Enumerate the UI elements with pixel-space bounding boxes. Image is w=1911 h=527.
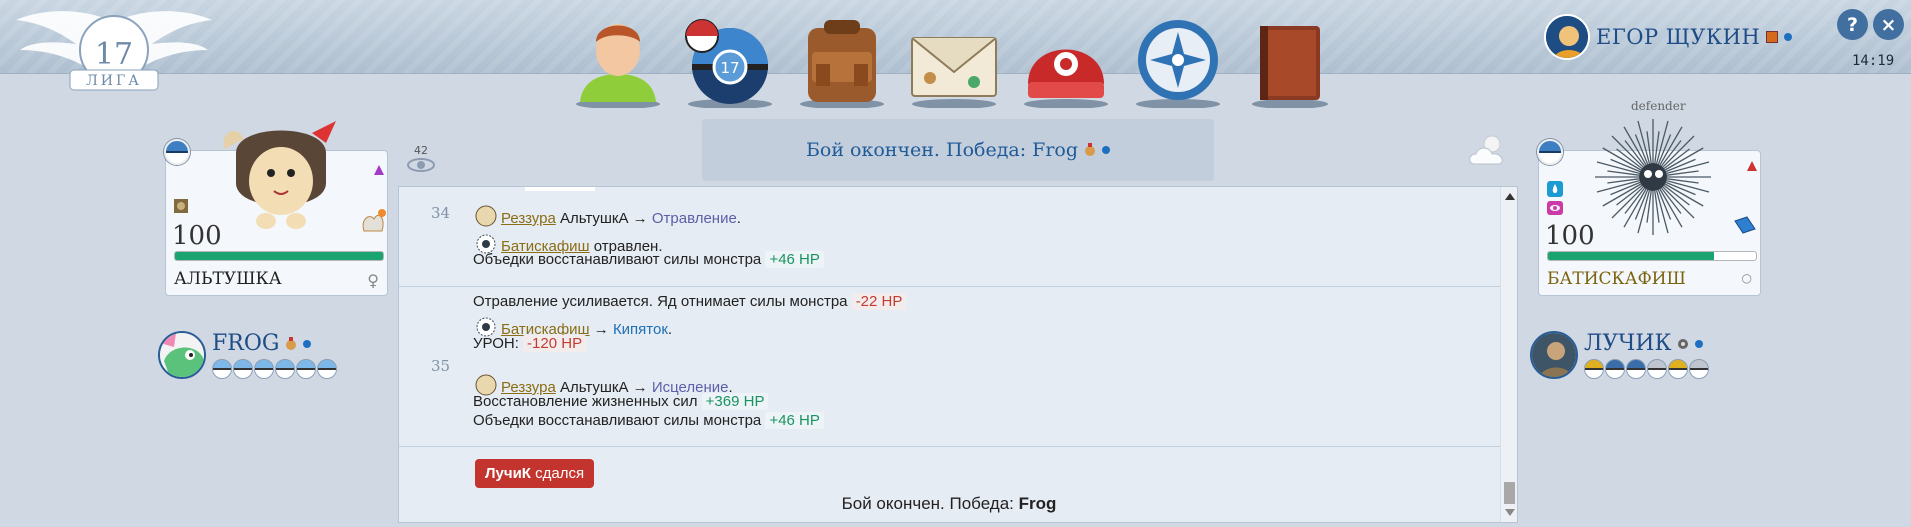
ability-icon — [174, 199, 188, 213]
damage-value: -120 HP — [523, 335, 587, 352]
medal-icon — [286, 336, 297, 350]
team-ball-icon — [317, 359, 337, 379]
move-name: Отравление — [651, 210, 737, 227]
altushka-sprite — [223, 121, 336, 229]
team-ball-icon — [1584, 359, 1604, 379]
scroll-up-icon[interactable] — [1505, 193, 1515, 200]
left-hp-fill — [175, 252, 383, 260]
user-name[interactable]: ЕГОР ЩУКИН — [1596, 25, 1760, 49]
batiskafish-sprite — [1595, 119, 1711, 235]
team-ball-icon — [1689, 359, 1709, 379]
status-text: Бой окончен. Победа: Frog — [805, 139, 1079, 161]
pokeball-icon — [1537, 139, 1563, 165]
battle-result: Бой окончен. Победа: Frog — [841, 494, 1057, 513]
battle-status: Бой окончен. Победа: Frog — [702, 119, 1214, 181]
user-block: ЕГОР ЩУКИН — [1544, 14, 1793, 60]
user-avatar[interactable] — [1544, 14, 1590, 60]
hp-change: +46 HP — [765, 251, 824, 268]
nav-mail-icon[interactable] — [906, 8, 1002, 108]
pokeball-icon — [164, 139, 190, 165]
bottle-item-icon — [1734, 216, 1756, 234]
team-ball-icon — [212, 359, 232, 379]
cloud-sun-icon — [1469, 135, 1503, 165]
clock: 14:19 — [1852, 53, 1895, 69]
nav-book-icon[interactable] — [1242, 8, 1338, 108]
turn-35: 35 Отравление усиливается. Яд отнимает с… — [399, 287, 1517, 447]
team-ball-icon — [1626, 359, 1646, 379]
spectator-count: 42 — [414, 144, 428, 157]
left-monster-name: АЛЬТУШКА — [174, 269, 282, 289]
right-trainer-name[interactable]: ЛУЧИК — [1584, 331, 1671, 356]
status-dot — [1102, 146, 1111, 154]
team-ball-icon — [275, 359, 295, 379]
team-ball-icon — [296, 359, 316, 379]
help-button[interactable]: ? — [1837, 9, 1868, 40]
online-dot — [1695, 339, 1704, 348]
league-number: 17 — [95, 37, 133, 72]
turn-number: 35 — [431, 357, 451, 375]
genderless-icon: ○ — [1741, 271, 1752, 285]
hp-change: +369 HP — [701, 393, 769, 410]
eye-icon — [407, 158, 435, 172]
stat-up-icon — [1747, 161, 1757, 171]
nav-league-icon[interactable] — [1130, 8, 1226, 108]
user-rank-badge — [1766, 31, 1779, 43]
psychic-type-icon — [1547, 201, 1563, 215]
altushka-mini-icon — [475, 205, 497, 227]
left-hp-bar — [174, 251, 384, 261]
team-ball-icon — [1605, 359, 1625, 379]
scroll-down-icon[interactable] — [1505, 509, 1515, 516]
right-trainer: ЛУЧИК — [1530, 331, 1709, 379]
scroll-thumb[interactable] — [1504, 482, 1515, 504]
battle-log[interactable]: 34 Реззура АльтушкА → Отравление. Батиск… — [398, 186, 1518, 523]
turn-number: 34 — [431, 204, 451, 222]
close-button[interactable]: × — [1873, 9, 1904, 40]
left-trainer-name[interactable]: FROG — [212, 331, 279, 356]
nav-cap-icon[interactable] — [1018, 8, 1114, 108]
online-dot — [1784, 33, 1793, 41]
right-monster-card: defender 100 БАТИСКАФИШ ○ — [1537, 99, 1761, 296]
right-hp-fill — [1548, 252, 1715, 260]
left-monster-level: 100 — [172, 221, 222, 251]
actor-link[interactable]: Реззура — [501, 210, 556, 227]
stat-up-icon — [374, 165, 384, 175]
right-team-balls — [1584, 359, 1709, 379]
spectators: 42 — [404, 144, 438, 177]
league-label: ЛИГА — [86, 73, 142, 89]
right-monster-tag: defender — [1631, 99, 1686, 113]
team-ball-icon — [254, 359, 274, 379]
leftovers-icon — [362, 209, 386, 232]
medal-icon — [1085, 143, 1096, 156]
hp-change: +46 HP — [765, 412, 824, 429]
nav-backpack-icon[interactable] — [794, 8, 890, 108]
log-scrollbar[interactable] — [1500, 187, 1517, 522]
nav-pokeball-icon[interactable]: 17 — [682, 8, 778, 108]
move-name: Кипяток — [612, 321, 668, 338]
left-team-balls — [212, 359, 337, 379]
gender-female-icon: ♀ — [367, 271, 379, 290]
left-monster-card: 100 АЛЬТУШКА ♀ — [164, 121, 388, 296]
turn-34: 34 Реззура АльтушкА → Отравление. Батиск… — [399, 187, 1517, 287]
hp-change: -22 HP — [851, 293, 907, 310]
right-monster-level: 100 — [1545, 221, 1595, 251]
nav-trainer-icon[interactable] — [570, 8, 666, 108]
left-trainer-avatar[interactable] — [158, 331, 206, 379]
online-dot — [303, 339, 312, 348]
league-logo[interactable]: 17 ЛИГА — [14, 4, 214, 96]
svg-text:17: 17 — [720, 59, 739, 77]
team-ball-icon — [233, 359, 253, 379]
surrender-badge[interactable]: ЛучиК сдался — [475, 459, 595, 488]
left-trainer: FROG — [158, 331, 337, 379]
right-hp-bar — [1547, 251, 1757, 261]
right-trainer-avatar[interactable] — [1530, 331, 1578, 379]
team-ball-icon — [1668, 359, 1688, 379]
main-nav: 17 — [570, 8, 1338, 108]
water-type-icon — [1547, 181, 1563, 197]
team-ball-icon — [1647, 359, 1667, 379]
right-monster-name: БАТИСКАФИШ — [1547, 269, 1686, 289]
gear-badge-icon — [1678, 338, 1689, 349]
